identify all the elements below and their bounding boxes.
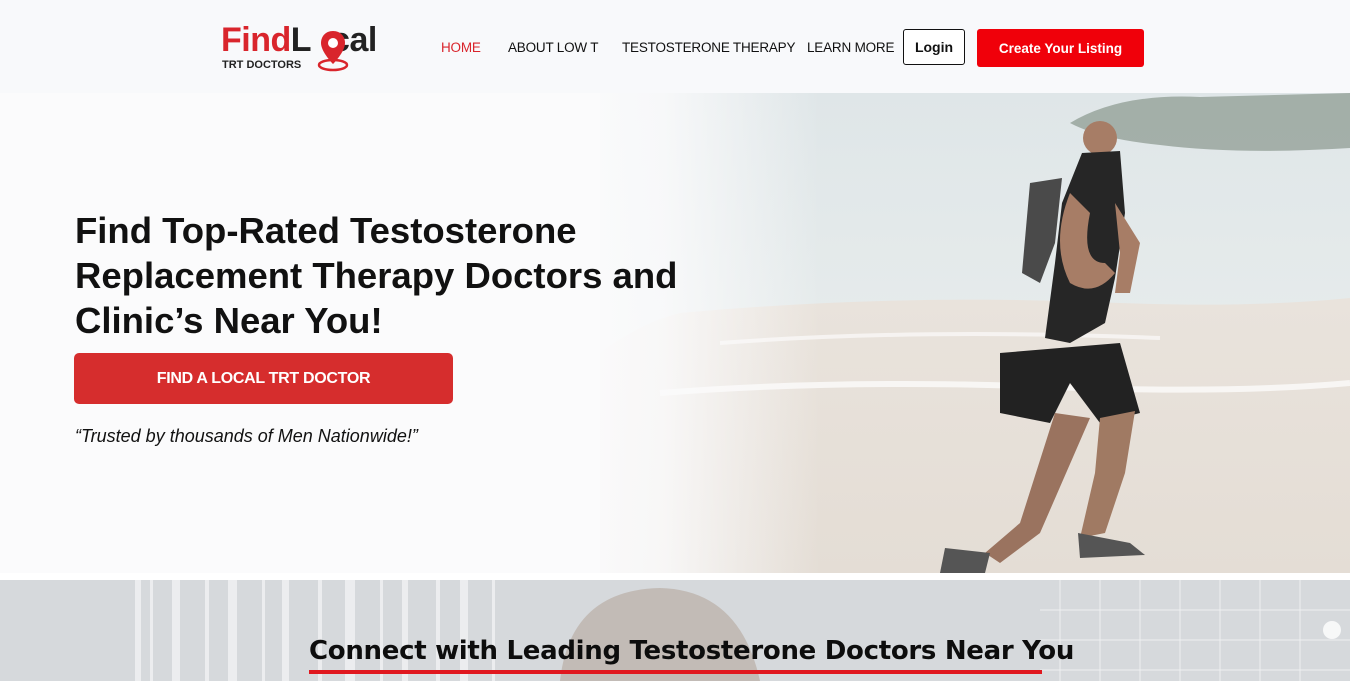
login-button[interactable]: Login (903, 29, 965, 65)
site-logo[interactable]: FindL cal TRT DOCTORS (221, 20, 401, 74)
nav-item-learn-more[interactable]: LEARN MORE (807, 40, 894, 56)
hero-title: Find Top-Rated Testosterone Replacement … (75, 210, 678, 341)
connect-section: Connect with Leading Testosterone Doctor… (0, 580, 1350, 681)
connect-heading: Connect with Leading Testosterone Doctor… (309, 636, 1075, 666)
create-listing-button[interactable]: Create Your Listing (977, 29, 1144, 67)
nav-item-home[interactable]: HOME (441, 40, 481, 56)
hero-section: Find Top-Rated Testosterone Replacement … (0, 93, 1350, 573)
site-header: FindL cal TRT DOCTORS HOME ABOUT LOW T TE… (0, 0, 1350, 93)
find-doctor-button[interactable]: FIND A LOCAL TRT DOCTOR (74, 353, 453, 404)
heading-underline (309, 670, 1042, 674)
location-pin-icon (317, 31, 349, 72)
logo-wordmark: FindL cal (221, 21, 377, 59)
nav-item-testosterone-therapy[interactable]: TESTOSTERONE THERAPY (622, 40, 795, 56)
logo-tagline: TRT DOCTORS (222, 59, 302, 71)
nav-item-about-low-t[interactable]: ABOUT LOW T (508, 40, 599, 56)
hero-tagline: “Trusted by thousands of Men Nationwide!… (75, 426, 418, 446)
